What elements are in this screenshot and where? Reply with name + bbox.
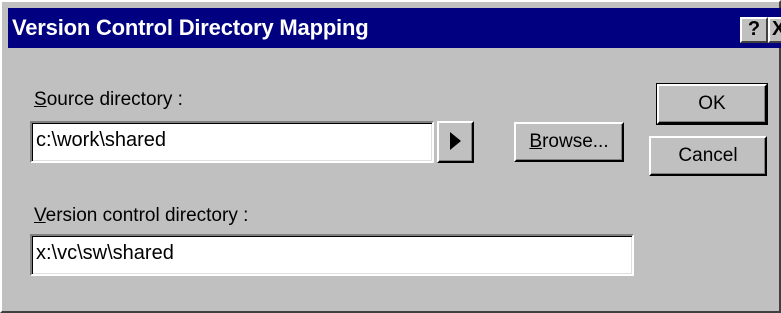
help-icon: ? [747,18,761,40]
version-control-mapping-dialog: Version Control Directory Mapping ? X So… [0,0,781,313]
source-directory-input[interactable]: c:\work\shared [30,121,434,163]
browse-label-text: rowse... [542,131,609,152]
ok-button[interactable]: OK [656,83,768,125]
close-button[interactable]: X [768,17,781,43]
source-directory-label: Source directory : [34,89,183,111]
close-icon: X [772,19,781,40]
source-directory-arrow-button[interactable] [437,121,474,163]
browse-button[interactable]: Browse... [514,122,624,162]
version-control-directory-label: Version control directory : [34,205,248,227]
window-title: Version Control Directory Mapping [12,15,369,40]
help-button[interactable]: ? [740,17,768,43]
cancel-button[interactable]: Cancel [649,136,767,176]
title-bar[interactable]: Version Control Directory Mapping ? X [8,8,781,48]
source-directory-label-text: ource directory : [46,89,183,110]
right-arrow-icon [450,132,461,150]
source-directory-accel: S [34,89,47,110]
version-control-accel: V [34,205,46,226]
version-control-directory-input[interactable]: x:\vc\sw\shared [30,234,634,276]
version-control-label-text: ersion control directory : [45,205,249,226]
browse-accel: B [529,131,543,152]
